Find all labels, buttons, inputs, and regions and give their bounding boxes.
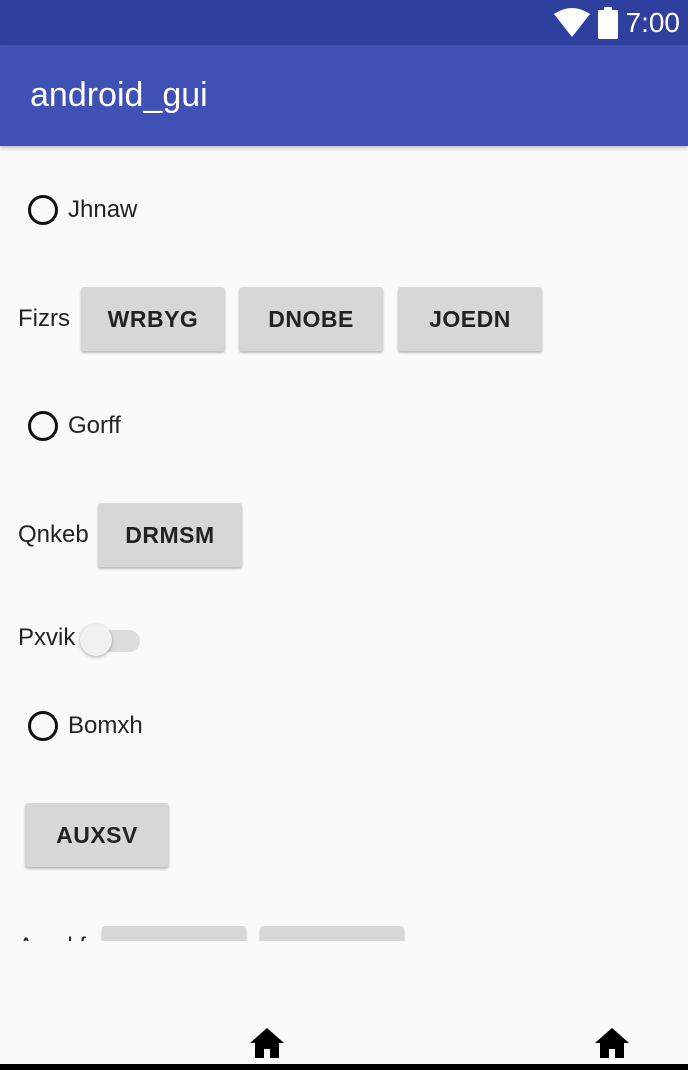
row-label-fizrs: Fizrs [18, 305, 70, 332]
auxsv-button[interactable]: AUXSV [25, 803, 169, 867]
radio-label: Jhnaw [68, 196, 138, 223]
pxvik-switch[interactable] [80, 618, 142, 658]
drmsm-button[interactable]: DRMSM [98, 503, 242, 567]
app-screen: 7:00 android_gui Jhnaw Fizrs WRBYG DNOBE… [0, 0, 688, 1070]
radio-bomxh[interactable]: Bomxh [28, 706, 143, 746]
status-time: 7:00 [625, 7, 681, 38]
radio-button-icon[interactable] [28, 195, 58, 225]
radio-button-icon[interactable] [28, 711, 58, 741]
radio-label: Gorff [68, 412, 121, 439]
app-bar: android_gui [0, 45, 688, 146]
row-label-qnkeb: Qnkeb [18, 521, 89, 548]
content-area: Jhnaw Fizrs WRBYG DNOBE JOEDN Gorff Qnke… [0, 146, 688, 941]
home-icon[interactable] [594, 1027, 630, 1059]
joedn-button[interactable]: JOEDN [398, 287, 542, 351]
radio-gorff[interactable]: Gorff [28, 406, 121, 446]
partial-button-2[interactable] [260, 926, 404, 941]
dnobe-button[interactable]: DNOBE [239, 287, 383, 351]
wifi-icon [553, 7, 590, 37]
nav-bar-bottom-edge [0, 1064, 688, 1070]
radio-jhnaw[interactable]: Jhnaw [28, 190, 137, 230]
radio-label: Bomxh [68, 712, 143, 739]
switch-thumb[interactable] [80, 624, 112, 656]
row-label-partial: Amgkf [18, 932, 86, 941]
wrbyg-button[interactable]: WRBYG [81, 287, 225, 351]
partial-button-1[interactable] [102, 926, 246, 941]
home-icon[interactable] [249, 1027, 285, 1059]
status-icons: 7:00 [553, 0, 681, 45]
status-bar: 7:00 [0, 0, 688, 45]
radio-button-icon[interactable] [28, 411, 58, 441]
row-label-pxvik: Pxvik [18, 624, 76, 651]
app-title: android_gui [30, 76, 208, 114]
battery-icon [597, 6, 618, 39]
